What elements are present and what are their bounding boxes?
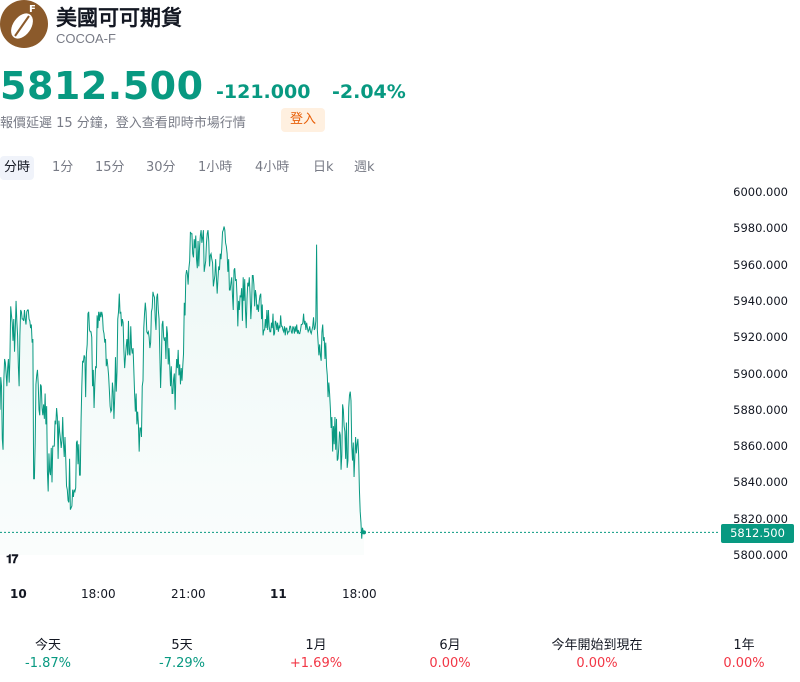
- tab-15m[interactable]: 15分: [95, 156, 125, 180]
- last-price-point: [362, 530, 366, 535]
- price-area: [0, 226, 364, 556]
- perf-value: -7.29%: [159, 656, 205, 671]
- y-tick-label: 5900.000: [733, 366, 788, 381]
- perf-label: 1年: [733, 638, 755, 653]
- perf-6m[interactable]: 6月 0.00%: [424, 634, 476, 671]
- x-tick-label: 18:00: [81, 587, 116, 601]
- login-button[interactable]: 登入: [281, 108, 325, 132]
- tab-4h[interactable]: 4小時: [255, 156, 289, 180]
- instrument-name: 美國可可期貨: [56, 6, 182, 30]
- x-tick-label: 11: [270, 587, 287, 601]
- performance-bar: 今天 -1.87% 5天 -7.29% 1月 +1.69% 6月 0.00% 今…: [0, 634, 800, 674]
- y-tick-label: 6000.000: [733, 185, 788, 199]
- perf-value: 0.00%: [576, 656, 618, 671]
- tradingview-logo: 𝟏𝟕: [6, 552, 18, 566]
- x-tick-label: 18:00: [342, 587, 377, 601]
- price-line: [0, 226, 365, 539]
- perf-today[interactable]: 今天 -1.87%: [22, 634, 74, 671]
- y-tick-label: 5840.000: [733, 475, 788, 490]
- tab-1m[interactable]: 1分: [52, 156, 73, 180]
- tab-daily[interactable]: 日k: [313, 156, 334, 180]
- price-change: -121.000: [216, 81, 311, 103]
- x-tick-label: 10: [10, 587, 27, 601]
- perf-1y[interactable]: 1年 0.00%: [718, 634, 770, 671]
- perf-value: +1.69%: [289, 656, 343, 671]
- last-price: 5812.500: [0, 64, 204, 108]
- perf-5d[interactable]: 5天 -7.29%: [154, 634, 210, 671]
- tab-intraday[interactable]: 分時: [0, 156, 35, 180]
- perf-label: 1月: [305, 638, 327, 653]
- x-tick-label: 21:00: [171, 587, 206, 601]
- last-price-tag: 5812.500: [721, 524, 794, 543]
- perf-label: 5天: [171, 638, 193, 653]
- perf-value: 0.00%: [723, 656, 765, 671]
- perf-label: 6月: [439, 638, 461, 653]
- perf-label: 今年開始到現在: [551, 638, 643, 653]
- tab-30m[interactable]: 30分: [146, 156, 176, 180]
- tab-1h[interactable]: 1小時: [198, 156, 232, 180]
- tab-weekly[interactable]: 週k: [354, 156, 375, 180]
- instrument-header: F 美國可可期貨 COCOA-F: [0, 0, 800, 50]
- cocoa-bean-icon: F: [0, 0, 48, 48]
- price-change-percent: -2.04%: [332, 81, 406, 103]
- perf-1m[interactable]: 1月 +1.69%: [285, 634, 347, 671]
- logo-badge: F: [29, 4, 36, 15]
- y-tick-label: 5800.000: [733, 548, 788, 562]
- perf-value: -1.87%: [25, 656, 71, 671]
- y-tick-label: 5880.000: [733, 402, 788, 417]
- y-tick-label: 5940.000: [733, 293, 788, 308]
- delay-notice: 報價延遲 15 分鐘，登入查看即時市場行情: [0, 116, 246, 131]
- y-tick-label: 5860.000: [733, 439, 788, 454]
- y-tick-label: 5980.000: [733, 221, 788, 236]
- y-tick-label: 5960.000: [733, 257, 788, 272]
- instrument-ticker: COCOA-F: [56, 31, 116, 46]
- perf-value: 0.00%: [429, 656, 471, 671]
- y-tick-label: 5920.000: [733, 330, 788, 345]
- perf-ytd[interactable]: 今年開始到現在 0.00%: [542, 634, 652, 671]
- perf-label: 今天: [34, 638, 61, 653]
